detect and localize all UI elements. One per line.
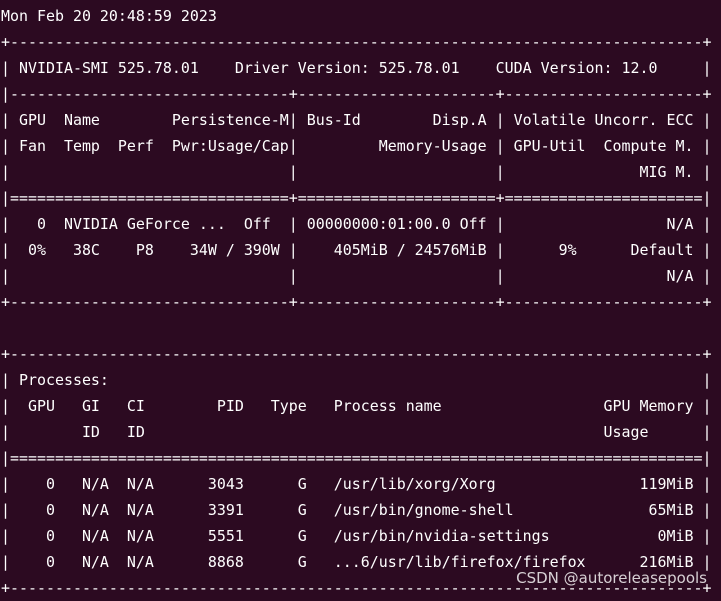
gpu-column-headers-2: | Fan Temp Perf Pwr:Usage/Cap| Memory-Us… xyxy=(1,137,712,155)
terminal-output: Mon Feb 20 20:48:59 2023 +--------------… xyxy=(1,0,721,597)
processes-title-line: | Processes: | xyxy=(1,371,712,389)
gpu-column-headers-1: | GPU Name Persistence-M| Bus-Id Disp.A … xyxy=(1,111,712,129)
process-row: | 0 N/A N/A 5551 G /usr/bin/nvidia-setti… xyxy=(1,527,712,545)
processes-column-headers-1: | GPU GI CI PID Type Process name GPU Me… xyxy=(1,397,712,415)
processes-header-divider: |=======================================… xyxy=(1,449,712,467)
gpu-row-line-1: | 0 NVIDIA GeForce ... Off | 00000000:01… xyxy=(1,215,712,233)
table-top-border: +---------------------------------------… xyxy=(1,33,712,51)
timestamp-line: Mon Feb 20 20:48:59 2023 xyxy=(1,7,280,25)
processes-column-headers-2: | ID ID Usage | xyxy=(1,423,712,441)
version-header-line: | NVIDIA-SMI 525.78.01 Driver Version: 5… xyxy=(1,59,712,77)
process-row: | 0 N/A N/A 3391 G /usr/bin/gnome-shell … xyxy=(1,501,712,519)
process-row: | 0 N/A N/A 3043 G /usr/lib/xorg/Xorg 11… xyxy=(1,475,712,493)
processes-top-border: +---------------------------------------… xyxy=(1,345,712,363)
csdn-watermark: CSDN @autoreleasepools xyxy=(516,569,707,587)
gpu-row-line-2: | 0% 38C P8 34W / 390W | 405MiB / 24576M… xyxy=(1,241,712,259)
gpu-row-line-3: | | | N/A | xyxy=(1,267,712,285)
gpu-column-headers-3: | | | MIG M. | xyxy=(1,163,712,181)
gpu-table-bottom-border: +-------------------------------+-------… xyxy=(1,293,712,311)
gpu-header-divider: |===============================+=======… xyxy=(1,189,712,207)
header-separator: |-------------------------------+-------… xyxy=(1,85,712,103)
